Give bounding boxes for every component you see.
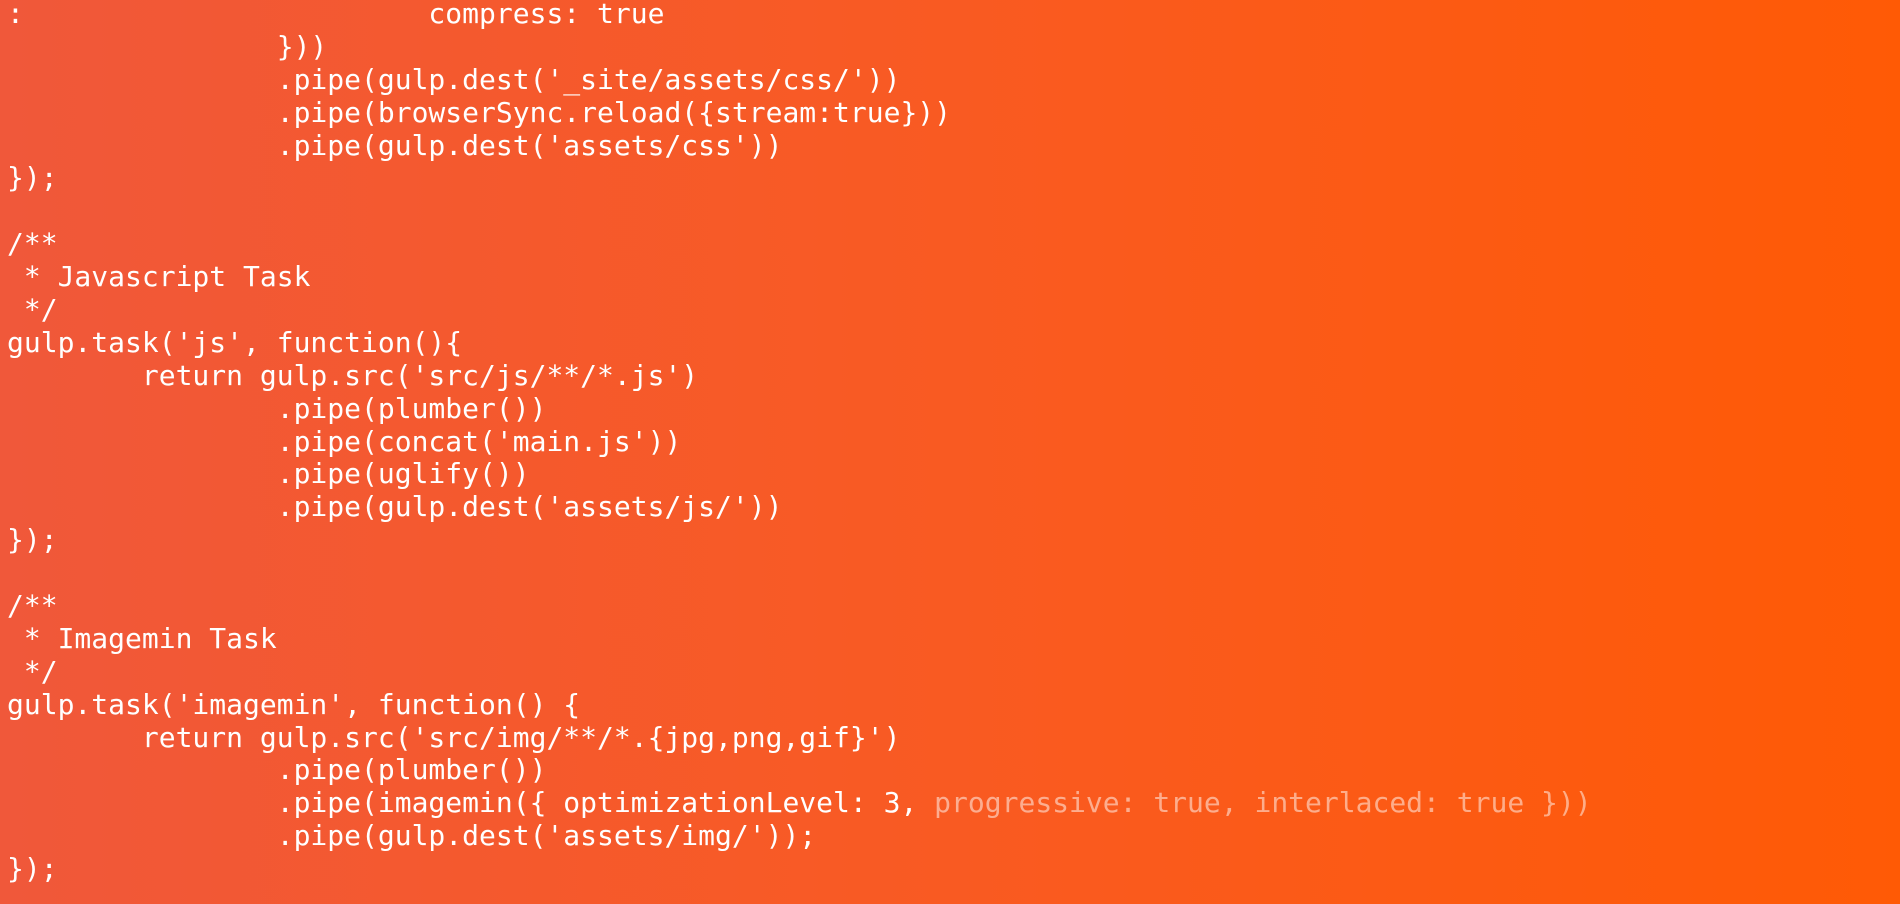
- code-segment-faded: progressive: true, interlaced: true })): [934, 786, 1592, 820]
- code-line: gulp.task('imagemin', function() {: [7, 687, 581, 721]
- code-line: });: [7, 852, 58, 886]
- code-line: gulp.task('js', function(){: [7, 325, 463, 359]
- code-line: .pipe(plumber()): [7, 753, 547, 787]
- code-viewer: : compress: true })) .pipe(gulp.dest('_s…: [0, 0, 1900, 904]
- code-line-imagemin: .pipe(imagemin({ optimizationLevel: 3, p…: [7, 786, 1900, 820]
- code-line: .pipe(uglify()): [7, 457, 530, 491]
- code-comment-line: */: [7, 293, 58, 327]
- code-line: })): [7, 29, 328, 63]
- code-line: return gulp.src('src/js/**/*.js'): [7, 358, 699, 392]
- code-comment-line: /**: [7, 227, 58, 261]
- code-line: .pipe(browserSync.reload({stream:true})): [7, 95, 952, 129]
- code-line: .pipe(plumber()): [7, 391, 547, 425]
- code-block: : compress: true })) .pipe(gulp.dest('_s…: [0, 0, 1900, 888]
- code-line: });: [7, 523, 58, 557]
- code-comment-line: * Imagemin Task: [7, 621, 277, 655]
- code-line: .pipe(gulp.dest('assets/js/')): [7, 490, 783, 524]
- code-comment-line: * Javascript Task: [7, 260, 311, 294]
- code-comment-line: /**: [7, 589, 58, 623]
- code-line: });: [7, 161, 58, 195]
- code-line: .pipe(gulp.dest('assets/img/'));: [7, 819, 817, 853]
- code-line: return gulp.src('src/img/**/*.{jpg,png,g…: [7, 720, 901, 754]
- code-line: .pipe(gulp.dest('assets/css')): [7, 128, 783, 162]
- code-segment-bright: .pipe(imagemin({ optimizationLevel: 3,: [7, 786, 935, 820]
- code-line: : compress: true: [7, 0, 665, 30]
- code-line: .pipe(concat('main.js')): [7, 424, 682, 458]
- code-line: .pipe(gulp.dest('_site/assets/css/')): [7, 62, 901, 96]
- code-comment-line: */: [7, 654, 58, 688]
